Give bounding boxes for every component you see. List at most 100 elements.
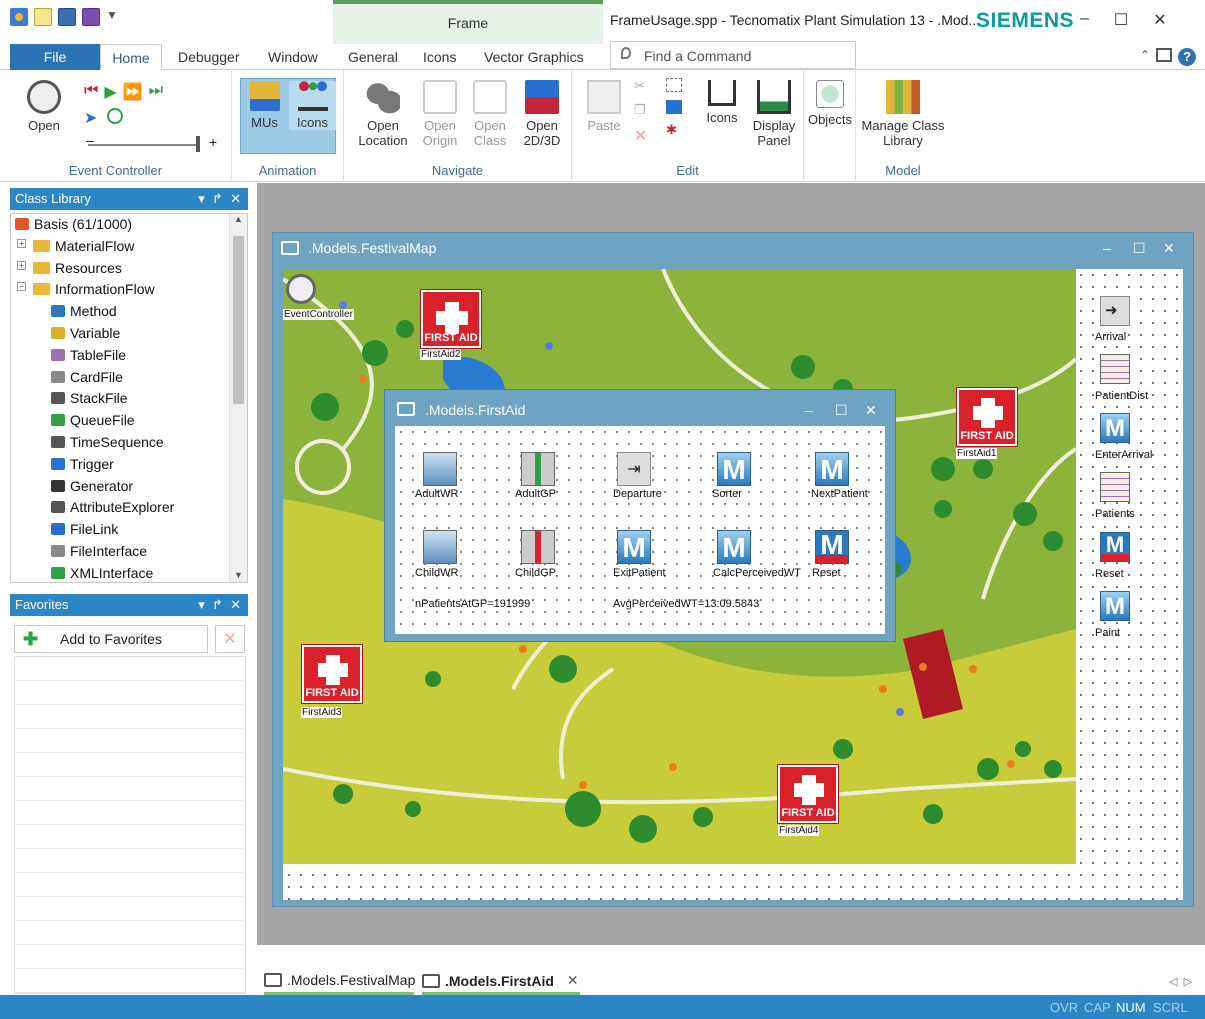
tree-item[interactable]: FileLink bbox=[51, 521, 118, 537]
objects-button[interactable]: Objects bbox=[806, 80, 854, 127]
save-icon[interactable] bbox=[58, 8, 76, 26]
class-library-tree[interactable]: Basis (61/1000) + MaterialFlow + Resources − I… bbox=[10, 213, 248, 583]
child-wr-icon[interactable] bbox=[423, 530, 457, 564]
next-patient-icon[interactable]: M bbox=[815, 452, 849, 486]
maximize-icon[interactable]: ☐ bbox=[1114, 10, 1128, 30]
pane-close-icon[interactable]: ✕ bbox=[230, 597, 241, 612]
tab-debugger[interactable]: Debugger bbox=[178, 44, 240, 70]
tree-item[interactable]: QueueFile bbox=[51, 412, 135, 428]
fm-maximize-icon[interactable]: ☐ bbox=[1133, 233, 1146, 263]
new-icon[interactable] bbox=[34, 8, 52, 26]
first-aid-2-icon[interactable]: FIRST AID bbox=[421, 290, 481, 348]
paste-button[interactable]: Paste bbox=[582, 80, 626, 133]
tab-vector-graphics[interactable]: Vector Graphics bbox=[484, 44, 584, 70]
icons-anim-button[interactable]: Icons bbox=[289, 81, 336, 130]
scroll-up-icon[interactable]: ▲ bbox=[230, 214, 247, 224]
open-location-button[interactable]: Open Location bbox=[356, 80, 410, 148]
tab-general[interactable]: General bbox=[348, 44, 398, 70]
file-tab[interactable]: File bbox=[10, 44, 100, 70]
reset-map-icon[interactable]: M bbox=[1100, 532, 1130, 562]
collapse-ribbon-icon[interactable]: ⌃ bbox=[1140, 48, 1150, 66]
doc-tab-festival-map[interactable]: .Models.FestivalMap bbox=[264, 972, 415, 988]
minimize-icon[interactable]: – bbox=[1080, 10, 1089, 30]
pane-menu-icon[interactable]: ▾ bbox=[198, 191, 205, 206]
slider-thumb[interactable] bbox=[196, 136, 200, 152]
adult-gp-icon[interactable] bbox=[521, 452, 555, 486]
event-controller-icon[interactable] bbox=[286, 274, 316, 304]
tree-item[interactable]: TimeSequence bbox=[51, 434, 164, 450]
fa-close-icon[interactable]: ✕ bbox=[865, 390, 877, 430]
display-panel-button[interactable]: Display Panel bbox=[748, 80, 800, 148]
copy-icon[interactable]: ❐ bbox=[634, 102, 647, 118]
tree-item[interactable]: + MaterialFlow bbox=[17, 238, 134, 254]
tree-item[interactable]: Basis (61/1000) bbox=[15, 216, 132, 232]
doc-tab-first-aid[interactable]: .Models.FirstAid ✕ bbox=[422, 972, 579, 989]
tree-item[interactable]: TableFile bbox=[51, 347, 126, 363]
tree-item[interactable]: CardFile bbox=[51, 369, 123, 385]
exit-patient-icon[interactable]: M bbox=[617, 530, 651, 564]
paste-special-icon[interactable] bbox=[666, 100, 682, 114]
expand-icon[interactable]: + bbox=[17, 260, 26, 270]
avg-perceived-wt-variable[interactable]: AvgPerceivedWT=13:09.5843 bbox=[613, 598, 759, 610]
fm-close-icon[interactable]: ✕ bbox=[1163, 233, 1175, 263]
icons-edit-button[interactable]: Icons bbox=[700, 80, 744, 125]
open-button[interactable]: Open bbox=[22, 80, 66, 133]
tree-item[interactable]: XMLInterface bbox=[51, 565, 153, 581]
sorter-icon[interactable]: M bbox=[717, 452, 751, 486]
first-aid-titlebar[interactable]: .Models.FirstAid – ☐ ✕ bbox=[385, 390, 895, 424]
tree-item[interactable]: − InformationFlow bbox=[17, 281, 155, 297]
tab-home[interactable]: Home bbox=[100, 44, 162, 70]
adult-wr-icon[interactable] bbox=[423, 452, 457, 486]
tab-window[interactable]: Window bbox=[268, 44, 318, 70]
tab-icons[interactable]: Icons bbox=[423, 44, 456, 70]
first-aid-1-icon[interactable]: FIRST AID bbox=[957, 388, 1017, 446]
tab-close-icon[interactable]: ✕ bbox=[567, 972, 579, 989]
fast-forward-icon[interactable]: ⏩ bbox=[123, 82, 143, 102]
favorites-list[interactable] bbox=[14, 656, 246, 994]
scroll-thumb[interactable] bbox=[233, 236, 244, 404]
format-icon[interactable]: ✱ bbox=[666, 122, 682, 138]
child-gp-icon[interactable] bbox=[521, 530, 555, 564]
search-input[interactable]: Find a Command bbox=[610, 41, 856, 69]
tree-item[interactable]: AttributeExplorer bbox=[51, 499, 174, 515]
remove-favorite-icon[interactable]: ✕ bbox=[215, 625, 245, 653]
tree-item[interactable]: FileInterface bbox=[51, 543, 147, 559]
n-patients-at-gp-variable[interactable]: nPatientsAtGP=191999 bbox=[415, 598, 530, 610]
manage-class-library-button[interactable]: Manage Class Library bbox=[860, 80, 946, 148]
tree-item[interactable]: StackFile bbox=[51, 390, 128, 406]
reset-icon[interactable]: M bbox=[815, 530, 849, 564]
mus-button[interactable]: MUs bbox=[241, 81, 288, 130]
add-to-favorites-button[interactable]: ✚ Add to Favorites bbox=[14, 625, 208, 653]
until-icon[interactable]: ➤ bbox=[84, 108, 97, 128]
expand-icon[interactable]: − bbox=[17, 282, 26, 292]
app-icon[interactable] bbox=[10, 8, 28, 26]
fm-minimize-icon[interactable]: – bbox=[1103, 233, 1111, 263]
tree-item[interactable]: + Resources bbox=[17, 260, 122, 276]
tree-item[interactable]: Generator bbox=[51, 478, 133, 494]
patients-icon[interactable] bbox=[1100, 472, 1130, 502]
first-aid-canvas[interactable]: AdultWR AdultGP ⇥ Departure M Sorter M N… bbox=[395, 426, 885, 634]
play-icon[interactable]: ▶ bbox=[104, 82, 116, 102]
speed-slider[interactable] bbox=[88, 144, 198, 146]
pin-icon[interactable]: ↱ bbox=[212, 597, 223, 612]
tree-item[interactable]: Variable bbox=[51, 325, 120, 341]
pane-close-icon[interactable]: ✕ bbox=[230, 191, 241, 206]
slider-plus[interactable]: + bbox=[209, 134, 217, 150]
first-aid-4-icon[interactable]: FIRST AID bbox=[778, 765, 838, 823]
delete-icon[interactable]: ✕ bbox=[634, 126, 647, 146]
first-aid-3-icon[interactable]: FIRST AID bbox=[302, 645, 362, 703]
close-icon[interactable]: ✕ bbox=[1153, 10, 1166, 30]
enter-arrival-icon[interactable]: M bbox=[1100, 413, 1130, 443]
pin-icon[interactable]: ↱ bbox=[212, 191, 223, 206]
pane-menu-icon[interactable]: ▾ bbox=[198, 597, 205, 612]
customize-qat-icon[interactable]: ▼ bbox=[106, 8, 118, 26]
save-as-icon[interactable] bbox=[82, 8, 100, 26]
cut-icon[interactable]: ✂ bbox=[634, 78, 647, 94]
open-origin-button[interactable]: Open Origin bbox=[418, 80, 462, 148]
select-all-icon[interactable] bbox=[666, 78, 682, 92]
tree-item[interactable]: Method bbox=[51, 303, 117, 319]
help-icon[interactable]: ? bbox=[1178, 48, 1197, 66]
scroll-down-icon[interactable]: ▼ bbox=[230, 570, 247, 580]
open-class-button[interactable]: Open Class bbox=[468, 80, 512, 148]
departure-icon[interactable]: ⇥ bbox=[617, 452, 651, 486]
